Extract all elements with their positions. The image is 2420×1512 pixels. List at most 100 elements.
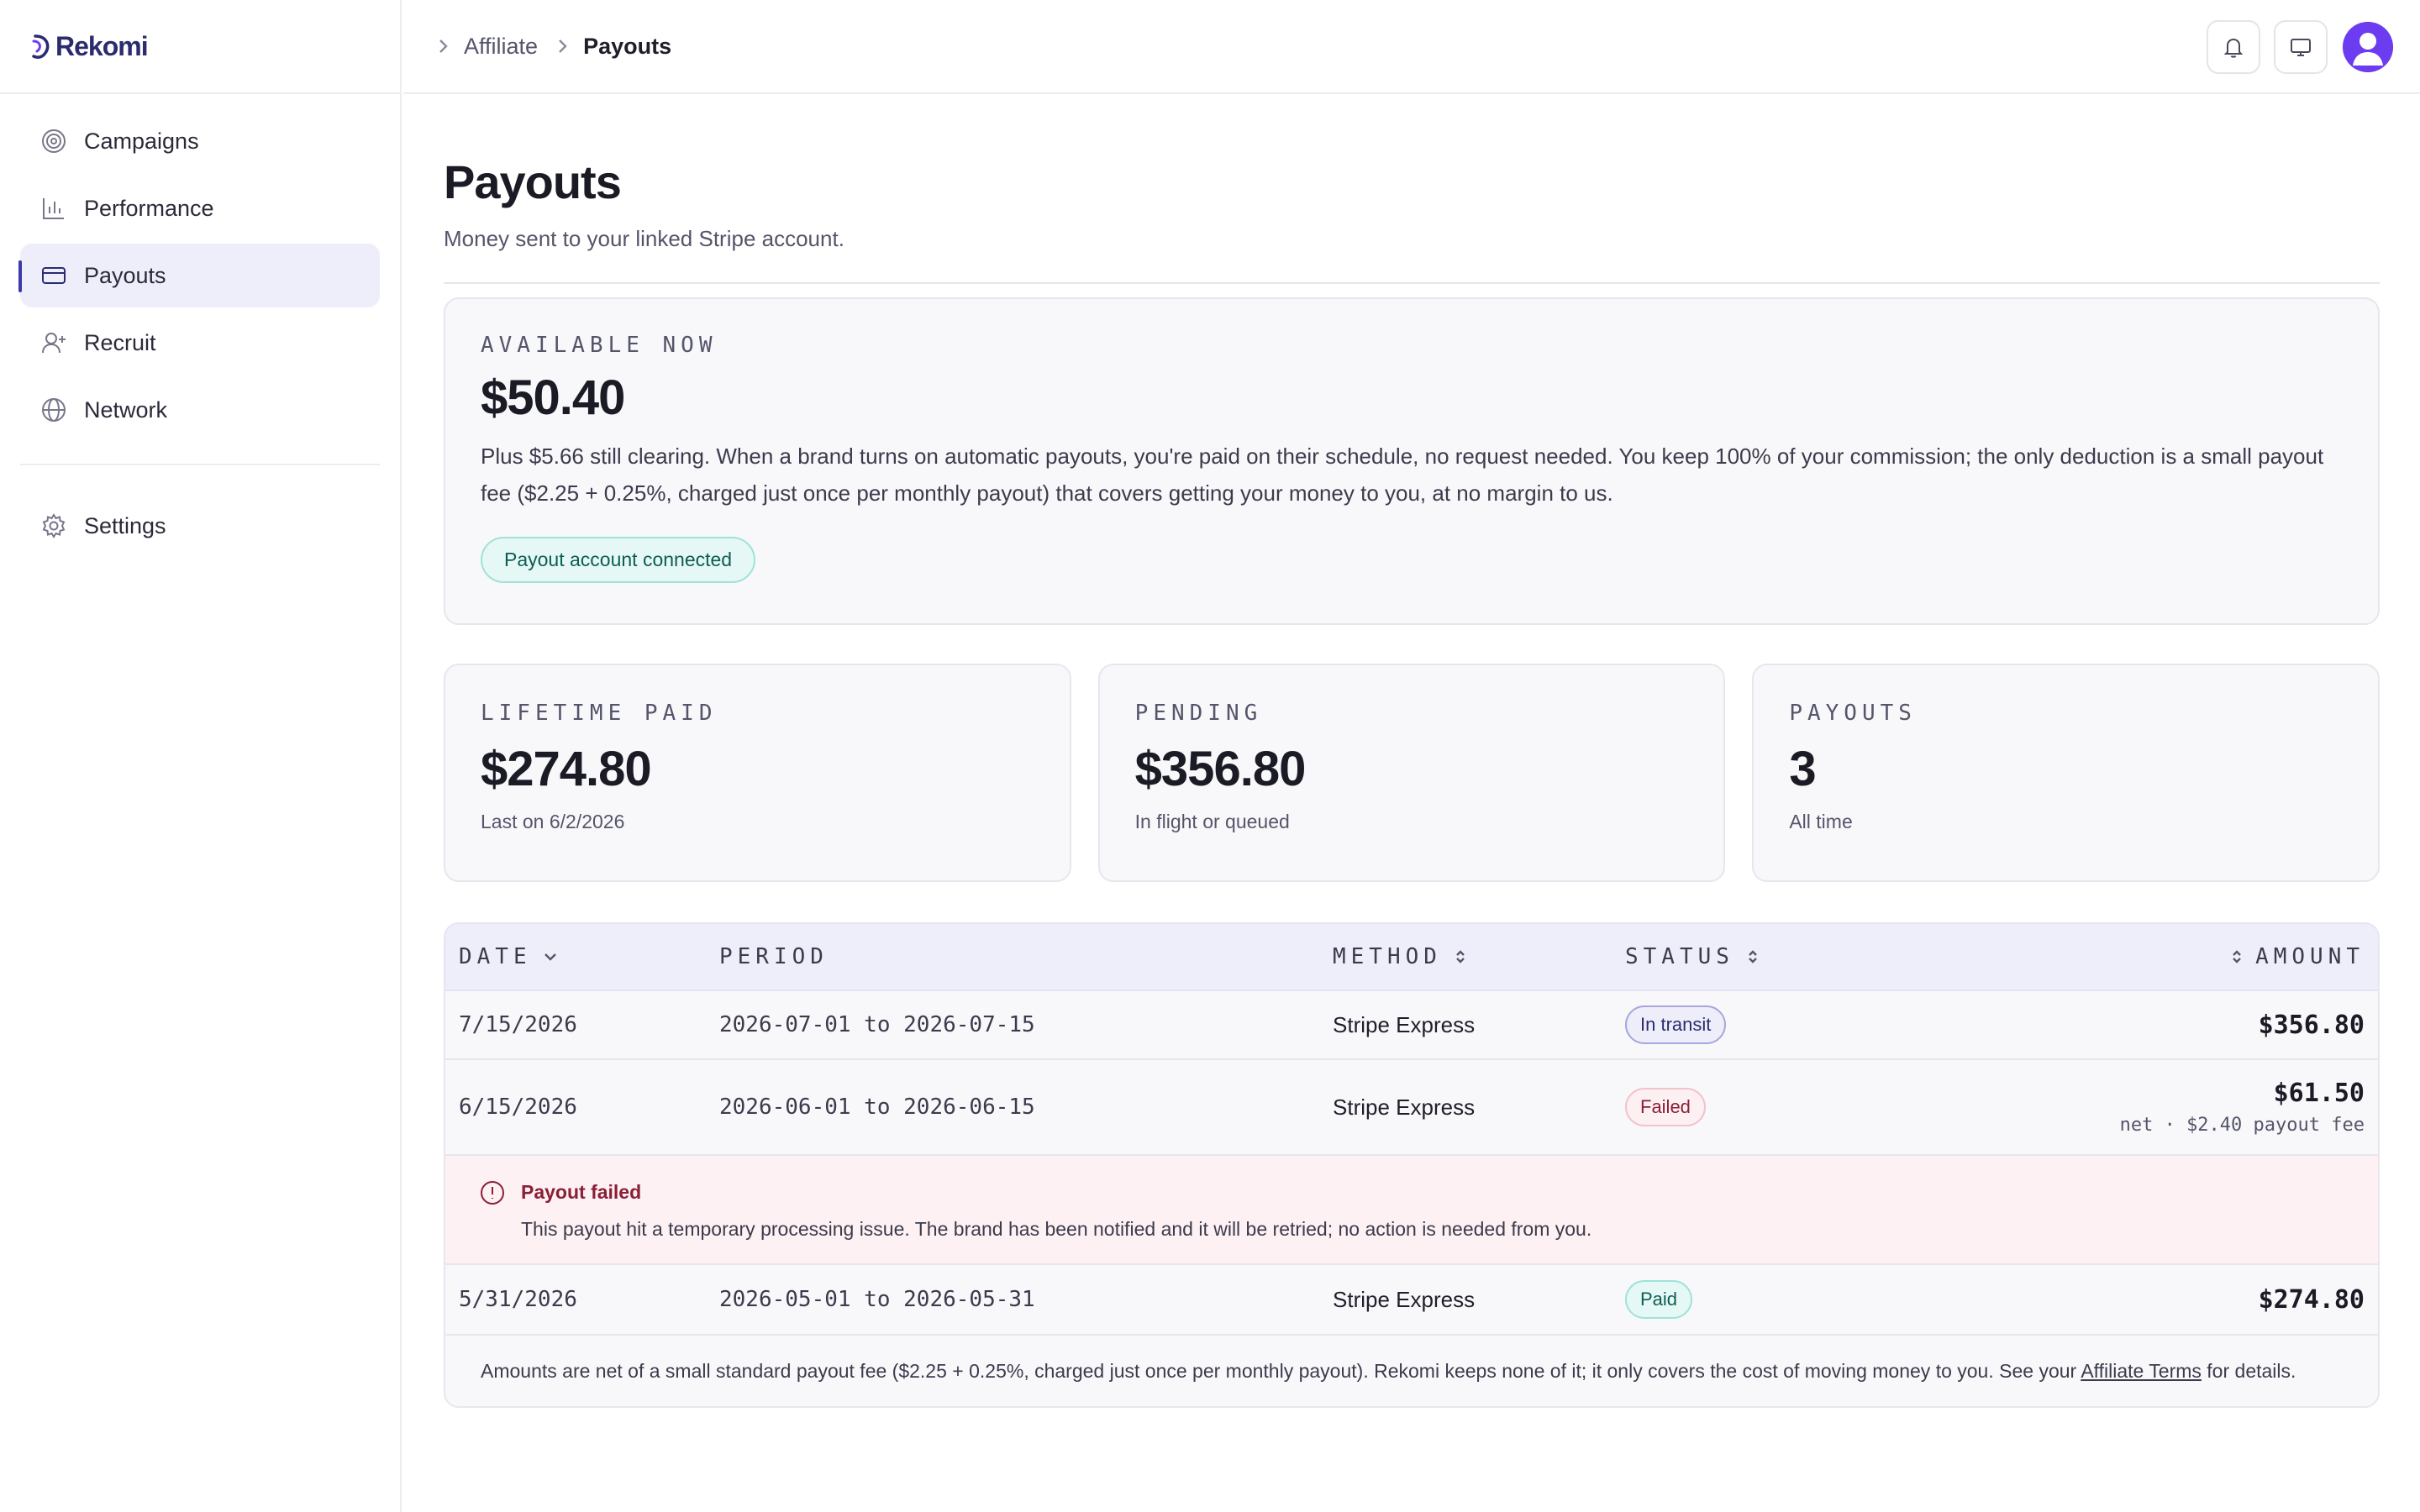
status-badge: In transit (1625, 1005, 1727, 1044)
avatar[interactable] (2343, 22, 2393, 72)
cell-date: 7/15/2026 (459, 1012, 577, 1037)
stats-row: LIFETIME PAID $274.80 Last on 6/2/2026 P… (444, 664, 2381, 882)
column-header-date[interactable]: DATE (459, 944, 559, 969)
available-description: Plus $5.66 still clearing. When a brand … (481, 444, 2324, 506)
cell-amount: $356.80 (2259, 991, 2365, 1058)
sort-icon (1749, 950, 1757, 963)
alert-circle-icon (479, 1179, 506, 1206)
topbar: Affiliate Payouts (403, 0, 2420, 94)
column-header-label: DATE (459, 944, 532, 969)
main-content: Payouts Money sent to your linked Stripe… (444, 94, 2381, 1408)
cell-date: 5/31/2026 (459, 1287, 577, 1312)
amount-value: $356.80 (2258, 1010, 2365, 1040)
available-amount: $50.40 (481, 370, 625, 425)
cell-method: Stripe Express (1333, 1011, 1476, 1037)
logo-text: Rekomi (55, 30, 149, 61)
amount-note: net · $2.40 payout fee (2119, 1115, 2365, 1136)
cell-amount: $274.80 (2259, 1265, 2365, 1334)
gear-icon (40, 512, 67, 539)
footer-text: Amounts are net of a small standard payo… (481, 1360, 2296, 1383)
stat-sub: Last on 6/2/2026 (481, 811, 625, 832)
amount-value: $61.50 (2273, 1079, 2365, 1108)
sort-icon (2233, 950, 2241, 963)
column-header-method[interactable]: METHOD (1333, 944, 1469, 969)
cell-status: In transit (1625, 991, 1727, 1058)
stat-value: 3 (1789, 742, 1816, 796)
available-card: AVAILABLE NOW $50.40 Plus $5.66 still cl… (444, 297, 2380, 625)
sidebar-item-label: Performance (84, 195, 214, 221)
status-badge: Payout account connected (481, 537, 756, 583)
globe-icon (40, 396, 67, 423)
stat-label: PENDING (1134, 701, 1263, 726)
stat-sub: In flight or queued (1134, 811, 1290, 832)
table-footer: Amounts are net of a small standard payo… (445, 1336, 2378, 1406)
credit-card-icon (40, 262, 67, 289)
sidebar-item-label: Settings (84, 512, 166, 538)
cell-date: 6/15/2026 (459, 1095, 577, 1120)
cell-method: Stripe Express (1333, 1286, 1476, 1312)
sidebar-item-settings[interactable]: Settings (20, 494, 380, 558)
sidebar-item-label: Network (84, 396, 168, 423)
page-title: Payouts (444, 155, 622, 208)
stat-value: $356.80 (1134, 742, 1307, 796)
chevron-right-icon (434, 37, 452, 55)
cell-period: 2026-07-01 to 2026-07-15 (719, 1012, 1035, 1037)
cell-status: Failed (1625, 1060, 1706, 1154)
table-header: DATE PERIOD METHOD STATUS AMOUNT (445, 924, 2378, 991)
available-label: AVAILABLE NOW (481, 333, 718, 358)
failure-message: This payout hit a temporary processing i… (521, 1218, 1592, 1240)
logo-mark-icon (30, 31, 54, 61)
notifications-button[interactable] (2207, 20, 2260, 74)
breadcrumb: Affiliate Payouts (434, 34, 687, 60)
cell-method: Stripe Express (1333, 1094, 1476, 1120)
stat-value: $274.80 (481, 742, 652, 796)
amount-value: $274.80 (2258, 1284, 2365, 1315)
sidebar-nav: Campaigns Performance Payouts Recruit Ne… (0, 94, 400, 558)
sidebar-item-label: Campaigns (84, 128, 199, 154)
stat-label: LIFETIME PAID (481, 701, 718, 726)
footer-text-after: for details. (2201, 1359, 2296, 1382)
sidebar-item-payouts[interactable]: Payouts (18, 244, 380, 307)
stat-label: PAYOUTS (1789, 701, 1917, 726)
target-icon (40, 128, 67, 155)
sidebar-item-recruit[interactable]: Recruit (20, 311, 380, 375)
payout-failed-notice: Payout failed This payout hit a temporar… (445, 1156, 2378, 1265)
column-header-amount[interactable]: AMOUNT (2228, 944, 2365, 969)
logo[interactable]: Rekomi (0, 0, 400, 94)
user-plus-icon (40, 329, 67, 356)
affiliate-terms-link[interactable]: Affiliate Terms (2081, 1360, 2202, 1382)
breadcrumb-affiliate[interactable]: Affiliate (464, 34, 538, 60)
table-row[interactable]: 6/15/2026 2026-06-01 to 2026-06-15 Strip… (445, 1060, 2378, 1156)
column-header-label: STATUS (1625, 944, 1734, 969)
stat-sub: All time (1789, 811, 1853, 832)
divider (444, 282, 2380, 284)
table-row[interactable]: 7/15/2026 2026-07-01 to 2026-07-15 Strip… (445, 991, 2378, 1060)
sidebar-item-campaigns[interactable]: Campaigns (20, 109, 380, 173)
failure-title: Payout failed (521, 1181, 642, 1203)
sidebar: Rekomi Campaigns Performance Payouts Rec… (0, 0, 402, 1512)
payouts-table: DATE PERIOD METHOD STATUS AMOUNT 7/15/20… (444, 922, 2380, 1408)
bar-chart-icon (40, 195, 67, 222)
sidebar-item-label: Recruit (84, 329, 156, 355)
table-row[interactable]: 5/31/2026 2026-05-01 to 2026-05-31 Strip… (445, 1265, 2378, 1336)
column-header-status[interactable]: STATUS (1625, 944, 1761, 969)
footer-text-before: Amounts are net of a small standard payo… (481, 1359, 2081, 1382)
page-subtitle: Money sent to your linked Stripe account… (444, 226, 844, 251)
bell-icon (2223, 38, 2244, 58)
column-header-label: METHOD (1333, 944, 1442, 969)
cell-period: 2026-06-01 to 2026-06-15 (719, 1095, 1035, 1120)
cell-amount: $61.50 net · $2.40 payout fee (2120, 1060, 2365, 1154)
status-badge: Failed (1625, 1088, 1706, 1126)
top-actions (2193, 20, 2393, 74)
sort-icon (1456, 950, 1465, 963)
stat-pending: PENDING $356.80 In flight or queued (1097, 664, 1726, 882)
monitor-icon (2291, 39, 2311, 56)
display-button[interactable] (2274, 20, 2328, 74)
status-badge: Paid (1625, 1280, 1693, 1319)
column-header-label: AMOUNT (2255, 944, 2365, 969)
sidebar-item-network[interactable]: Network (20, 378, 380, 442)
stat-lifetime-paid: LIFETIME PAID $274.80 Last on 6/2/2026 (444, 664, 1071, 882)
breadcrumb-current: Payouts (583, 33, 672, 59)
cell-period: 2026-05-01 to 2026-05-31 (719, 1287, 1035, 1312)
sidebar-item-performance[interactable]: Performance (20, 176, 380, 240)
